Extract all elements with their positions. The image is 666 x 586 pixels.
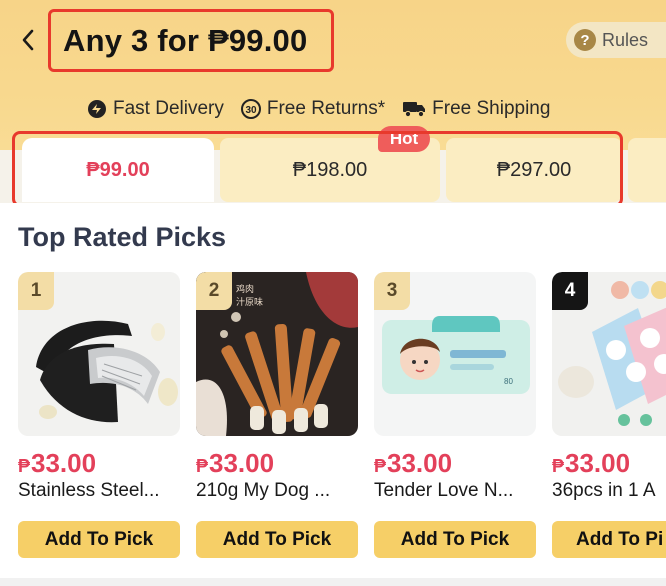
benefit-fast-delivery: Fast Delivery xyxy=(86,98,224,120)
add-to-pick-button[interactable]: Add To Pick xyxy=(18,521,180,558)
free-returns-30-icon: 30 xyxy=(240,99,261,119)
screen: Any 3 for ₱99.00 ? Rules Fast Delivery 3… xyxy=(0,0,666,586)
svg-text:鸡肉: 鸡肉 xyxy=(236,283,254,294)
product-price: ₱33.00 xyxy=(196,448,274,479)
price-value: 33.00 xyxy=(209,448,275,478)
promo-header: Any 3 for ₱99.00 ? Rules Fast Delivery 3… xyxy=(0,0,666,150)
bottom-divider xyxy=(0,578,666,586)
promo-title-highlight: Any 3 for ₱99.00 xyxy=(48,9,334,72)
rules-button[interactable]: ? Rules xyxy=(566,22,666,58)
free-shipping-truck-icon xyxy=(403,102,426,118)
rank-badge: 1 xyxy=(18,272,54,310)
currency-symbol: ₱ xyxy=(18,456,31,476)
chevron-left-icon xyxy=(22,29,34,51)
price-value: 33.00 xyxy=(387,448,453,478)
product-image-wet-wipes[interactable]: 80 3 xyxy=(374,272,536,436)
product-price: ₱33.00 xyxy=(18,448,96,479)
price-value: 33.00 xyxy=(565,448,631,478)
benefit-free-returns: 30 Free Returns* xyxy=(240,98,385,120)
rank-badge: 4 xyxy=(552,272,588,310)
price-value: 33.00 xyxy=(31,448,97,478)
price-tabs-highlight xyxy=(12,131,623,207)
benefit-free-shipping: Free Shipping xyxy=(401,98,550,120)
benefits-bar: Fast Delivery 30 Free Returns* Free Ship… xyxy=(86,95,550,123)
product-name[interactable]: Stainless Steel... xyxy=(18,480,198,502)
rank-badge: 2 xyxy=(196,272,232,310)
product-name[interactable]: 36pcs in 1 A xyxy=(552,480,666,502)
currency-symbol: ₱ xyxy=(374,456,387,476)
benefit-label: Free Shipping xyxy=(432,98,551,119)
svg-text:80: 80 xyxy=(504,377,513,386)
section-title: Top Rated Picks xyxy=(18,222,227,252)
product-price: ₱33.00 xyxy=(552,448,630,479)
rank-badge: 3 xyxy=(374,272,410,310)
product-name[interactable]: Tender Love N... xyxy=(374,480,554,502)
product-image-stickers[interactable]: 4 xyxy=(552,272,666,436)
back-button[interactable] xyxy=(14,26,42,54)
returns-days-text: 30 xyxy=(245,105,257,116)
add-to-pick-label: Add To Pi xyxy=(576,528,664,550)
fast-delivery-icon xyxy=(88,100,106,118)
add-to-pick-button[interactable]: Add To Pick xyxy=(196,521,358,558)
benefit-label: Free Returns* xyxy=(266,98,386,119)
currency-symbol: ₱ xyxy=(196,456,209,476)
currency-symbol: ₱ xyxy=(552,456,565,476)
question-icon: ? xyxy=(574,29,596,51)
add-to-pick-button[interactable]: Add To Pick xyxy=(374,521,536,558)
svg-text:汁原味: 汁原味 xyxy=(236,296,263,307)
tab-next-partial[interactable] xyxy=(628,138,666,202)
page-title: Any 3 for ₱99.00 xyxy=(63,22,308,58)
product-image-dog-treats[interactable]: 鸡肉 汁原味 2 xyxy=(196,272,358,436)
product-image-garlic-press[interactable]: 1 xyxy=(18,272,180,436)
add-to-pick-button[interactable]: Add To Pi xyxy=(552,521,666,558)
product-name[interactable]: 210g My Dog ... xyxy=(196,480,376,502)
product-price: ₱33.00 xyxy=(374,448,452,479)
benefit-label: Fast Delivery xyxy=(113,98,224,119)
rules-label: Rules xyxy=(602,29,649,50)
